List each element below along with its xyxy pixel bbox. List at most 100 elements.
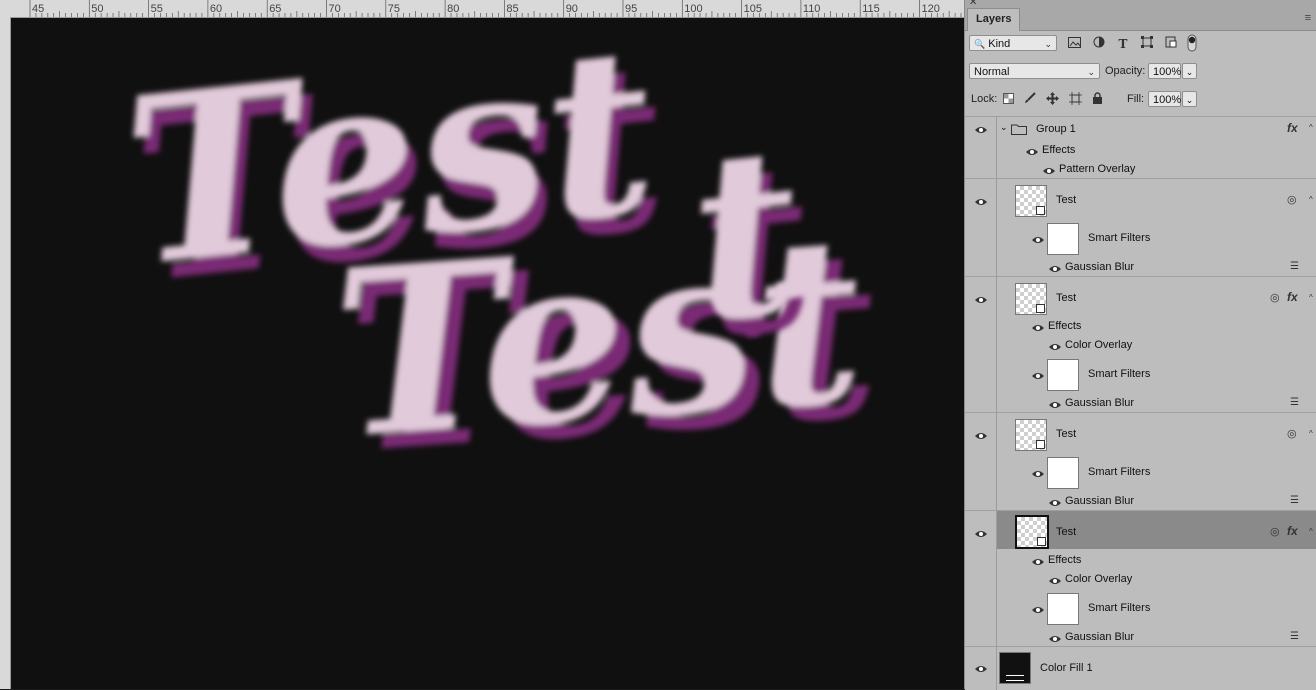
gaussian-blur-label[interactable]: Gaussian Blur: [1065, 261, 1134, 273]
layer-name[interactable]: Test: [1056, 194, 1076, 206]
blend-mode-select[interactable]: Normal ⌄: [969, 63, 1100, 79]
effects-label: Effects: [1048, 320, 1082, 332]
fx-icon[interactable]: fx: [1287, 121, 1298, 135]
visibility-eye-icon[interactable]: [1025, 147, 1039, 157]
visibility-eye-icon[interactable]: [974, 197, 988, 207]
layer-row-color-fill-1[interactable]: Color Fill 1: [965, 646, 1316, 690]
layer-thumbnail[interactable]: [1015, 515, 1049, 549]
layer-name[interactable]: Color Fill 1: [1040, 662, 1093, 674]
visibility-eye-icon[interactable]: [1048, 264, 1062, 274]
chevron-up-icon[interactable]: ^: [1309, 429, 1315, 438]
visibility-eye-icon[interactable]: [974, 664, 988, 674]
layer-row-test-4[interactable]: Test ◎ fx ^ Effects Color Overlay Smart …: [965, 510, 1316, 647]
visibility-eye-icon[interactable]: [1031, 605, 1045, 615]
color-overlay-label[interactable]: Color Overlay: [1065, 339, 1132, 351]
ruler-tick-label: 100: [684, 3, 702, 15]
document-canvas[interactable]: Test Test Test Test t t: [11, 18, 964, 689]
close-icon[interactable]: ✕: [969, 0, 977, 8]
filter-toggle-icon[interactable]: [1184, 34, 1200, 52]
gaussian-blur-label[interactable]: Gaussian Blur: [1065, 495, 1134, 507]
smart-filters-label[interactable]: Smart Filters: [1088, 602, 1150, 614]
type-filter-icon[interactable]: T: [1115, 36, 1131, 52]
color-overlay-label[interactable]: Color Overlay: [1065, 573, 1132, 585]
fx-icon[interactable]: fx: [1287, 524, 1298, 538]
layer-row-test-1[interactable]: Test ◎ ^ Smart Filters Gaussian Blur ☰: [965, 178, 1316, 277]
fill-dropdown[interactable]: ⌄: [1182, 91, 1197, 107]
pattern-overlay-label[interactable]: Pattern Overlay: [1059, 163, 1135, 175]
visibility-eye-icon[interactable]: [974, 295, 988, 305]
fill-input[interactable]: 100%: [1148, 91, 1181, 107]
visibility-eye-icon[interactable]: [1048, 400, 1062, 410]
filter-options-icon[interactable]: ☰: [1290, 261, 1299, 272]
visibility-eye-icon[interactable]: [1042, 166, 1056, 176]
gaussian-blur-label[interactable]: Gaussian Blur: [1065, 631, 1134, 643]
ruler-tick-label: 85: [506, 3, 518, 15]
layer-row-test-2[interactable]: Test ◎ fx ^ Effects Color Overlay Smart …: [965, 276, 1316, 413]
ruler-tick-label: 115: [862, 3, 880, 15]
layer-row-test-3[interactable]: Test ◎ ^ Smart Filters Gaussian Blur ☰: [965, 412, 1316, 511]
smart-filter-mask[interactable]: [1047, 359, 1079, 391]
visibility-eye-icon[interactable]: [1048, 576, 1062, 586]
panel-menu-icon[interactable]: ≡: [1305, 12, 1311, 24]
layer-name[interactable]: Group 1: [1036, 123, 1076, 135]
fill-layer-thumbnail[interactable]: [999, 652, 1031, 684]
top-ruler[interactable]: 45 50 55 60 65 70 75 80 85 90 95 100 105 110 115 120: [0, 0, 964, 18]
layer-name[interactable]: Test: [1056, 292, 1076, 304]
layer-thumbnail[interactable]: [1015, 283, 1047, 315]
lock-all-icon[interactable]: [1089, 92, 1105, 108]
pixel-filter-icon[interactable]: [1066, 36, 1082, 52]
visibility-eye-icon[interactable]: [1031, 371, 1045, 381]
layer-name[interactable]: Test: [1056, 428, 1076, 440]
visibility-eye-icon[interactable]: [1031, 469, 1045, 479]
lock-artboard-icon[interactable]: [1067, 92, 1083, 108]
chevron-up-icon[interactable]: ^: [1309, 293, 1315, 302]
tab-layers[interactable]: Layers: [967, 8, 1021, 31]
ruler-tick-label: 50: [91, 3, 103, 15]
adjustment-filter-icon[interactable]: [1091, 36, 1107, 52]
smart-filter-mask[interactable]: [1047, 457, 1079, 489]
smart-object-icon: [1036, 440, 1045, 449]
visibility-eye-icon[interactable]: [974, 529, 988, 539]
opacity-dropdown[interactable]: ⌄: [1182, 63, 1197, 79]
fx-icon[interactable]: fx: [1287, 290, 1298, 304]
visibility-eye-icon[interactable]: [974, 431, 988, 441]
smart-filter-icon: ◎: [1287, 428, 1297, 440]
blend-mode-value: Normal: [974, 66, 1010, 78]
lock-position-icon[interactable]: [1044, 92, 1060, 108]
filter-options-icon[interactable]: ☰: [1290, 397, 1299, 408]
chevron-up-icon[interactable]: ^: [1309, 527, 1315, 536]
visibility-eye-icon[interactable]: [1031, 323, 1045, 333]
filter-options-icon[interactable]: ☰: [1290, 631, 1299, 642]
opacity-input[interactable]: 100%: [1148, 63, 1181, 79]
ruler-tick-label: 65: [269, 3, 281, 15]
smart-filters-label[interactable]: Smart Filters: [1088, 368, 1150, 380]
filter-options-icon[interactable]: ☰: [1290, 495, 1299, 506]
ruler-tick-label: 70: [329, 3, 341, 15]
layer-thumbnail[interactable]: [1015, 185, 1047, 217]
shape-filter-icon[interactable]: [1139, 36, 1155, 52]
visibility-eye-icon[interactable]: [1048, 498, 1062, 508]
filter-kind-select[interactable]: 🔍 Kind ⌄: [969, 35, 1057, 51]
smart-filter-mask[interactable]: [1047, 593, 1079, 625]
smart-filter-mask[interactable]: [1047, 223, 1079, 255]
lock-transparent-icon[interactable]: [1000, 92, 1016, 108]
lock-brush-icon[interactable]: [1022, 92, 1038, 108]
ruler-tick-label: 75: [388, 3, 400, 15]
visibility-eye-icon[interactable]: [1031, 235, 1045, 245]
layers-panel: ✕ Layers ≡ 🔍 Kind ⌄ T Normal ⌄ Opacity: …: [964, 0, 1316, 690]
smart-filters-label[interactable]: Smart Filters: [1088, 232, 1150, 244]
layer-thumbnail[interactable]: [1015, 419, 1047, 451]
smart-object-filter-icon[interactable]: [1163, 36, 1179, 52]
visibility-eye-icon[interactable]: [1031, 557, 1045, 567]
visibility-eye-icon[interactable]: [1048, 634, 1062, 644]
left-ruler[interactable]: [0, 17, 11, 689]
layer-name[interactable]: Test: [1056, 526, 1076, 538]
layer-row-group-1[interactable]: ⌄ Group 1 fx ^ Effects Pattern Overlay: [965, 116, 1316, 179]
gaussian-blur-label[interactable]: Gaussian Blur: [1065, 397, 1134, 409]
chevron-up-icon[interactable]: ^: [1309, 123, 1315, 132]
smart-filters-label[interactable]: Smart Filters: [1088, 466, 1150, 478]
visibility-eye-icon[interactable]: [1048, 342, 1062, 352]
chevron-down-icon[interactable]: ⌄: [1000, 122, 1008, 133]
visibility-eye-icon[interactable]: [974, 125, 988, 135]
chevron-up-icon[interactable]: ^: [1309, 195, 1315, 204]
